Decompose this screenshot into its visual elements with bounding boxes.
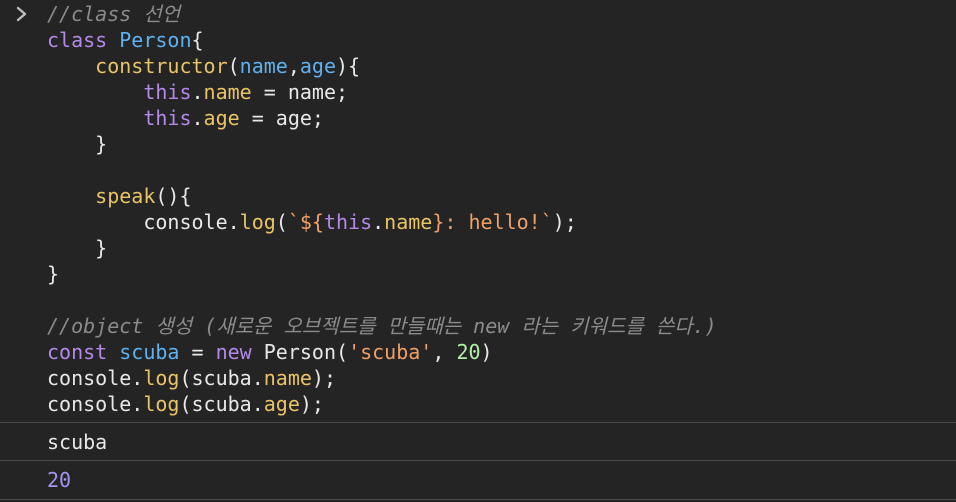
code-line: class Person{ <box>47 27 717 53</box>
code-token-plain: ) <box>480 340 493 364</box>
code-token-plain: } <box>47 262 60 286</box>
output-string-value: scuba <box>47 430 108 454</box>
code-token-fn: speak <box>95 184 156 208</box>
code-token-kw: class <box>47 28 120 52</box>
code-token-prop: name <box>384 210 433 234</box>
code-token-kw: this <box>323 210 373 234</box>
code-token-plain: ); <box>299 392 324 416</box>
code-line: constructor(name,age){ <box>47 53 717 79</box>
code-token-plain: } <box>47 132 108 156</box>
code-token-plain: , <box>287 54 300 78</box>
code-line: this.name = name; <box>47 79 717 105</box>
code-token-fn: log <box>239 210 276 234</box>
code-line: } <box>47 261 717 287</box>
code-token-fn: log <box>143 366 180 390</box>
code-token-plain: = age; <box>239 106 324 130</box>
code-token-cls: Person <box>119 28 192 52</box>
console-output-string: scuba <box>0 423 956 460</box>
code-block[interactable]: //class 선언 class Person{ constructor(name… <box>47 1 717 417</box>
code-line: this.age = age; <box>47 105 717 131</box>
code-token-plain: (scuba. <box>179 392 264 416</box>
code-line: speak(){ <box>47 183 717 209</box>
code-token-plain: = <box>179 340 216 364</box>
code-token-prop: age <box>263 392 300 416</box>
code-token-kw: this <box>143 106 192 130</box>
code-token-kw: const <box>47 340 120 364</box>
output-number-value: 20 <box>47 468 72 492</box>
code-token-prop: name <box>263 366 312 390</box>
code-token-plain: console. <box>47 392 144 416</box>
code-token-plain: , <box>432 340 457 364</box>
code-token-plain: (scuba. <box>179 366 264 390</box>
code-token-param: age <box>299 54 337 78</box>
code-line: //class 선언 <box>47 1 717 27</box>
code-line: console.log(`${this.name}: hello!`); <box>47 209 717 235</box>
code-token-cls: scuba <box>119 340 180 364</box>
code-token-plain: Person( <box>263 340 349 364</box>
code-token-plain: . <box>372 210 385 234</box>
code-token-plain: ( <box>275 210 288 234</box>
code-line: } <box>47 131 717 157</box>
code-token-num: 20 <box>456 340 481 364</box>
code-token-plain: (){ <box>155 184 192 208</box>
code-token-str: }: hello!` <box>432 210 553 234</box>
code-token-str: `${ <box>287 210 324 234</box>
console-input-entry[interactable]: //class 선언 class Person{ constructor(name… <box>0 0 956 422</box>
code-token-prop: age <box>203 106 240 130</box>
code-token-plain: } <box>47 236 108 260</box>
code-token-plain: ); <box>311 366 337 390</box>
chevron-right-icon <box>16 6 27 22</box>
code-token-param: name <box>239 54 288 78</box>
code-line: const scuba = new Person('scuba', 20) <box>47 339 717 365</box>
code-token-plain: . <box>191 106 204 130</box>
code-token-plain: = name; <box>251 80 349 104</box>
console-output-number: 20 <box>0 461 956 498</box>
code-token-plain: ){ <box>336 54 361 78</box>
code-token-kw: new <box>215 340 264 364</box>
code-token-plain: { <box>191 28 204 52</box>
code-token-plain: console. <box>47 366 144 390</box>
code-token-kw: this <box>143 80 192 104</box>
code-token-str: 'scuba' <box>348 340 433 364</box>
code-line: } <box>47 235 717 261</box>
code-token-fn: constructor <box>95 54 228 78</box>
code-token-comment: //class 선언 <box>47 2 181 26</box>
code-token-plain: console. <box>47 210 240 234</box>
code-line: console.log(scuba.age); <box>47 391 717 417</box>
code-line: console.log(scuba.name); <box>47 365 717 391</box>
code-token-prop: name <box>203 80 252 104</box>
code-line: //object 생성 (새로운 오브젝트를 만들때는 new 라는 키워드를 … <box>47 313 717 339</box>
code-token-plain: . <box>191 80 204 104</box>
code-token-plain: ( <box>227 54 240 78</box>
code-token-plain: ); <box>552 210 577 234</box>
code-token-comment: //object 생성 (새로운 오브젝트를 만들때는 new 라는 키워드를 … <box>47 314 717 338</box>
output-divider <box>0 499 956 500</box>
code-token-fn: log <box>143 392 180 416</box>
